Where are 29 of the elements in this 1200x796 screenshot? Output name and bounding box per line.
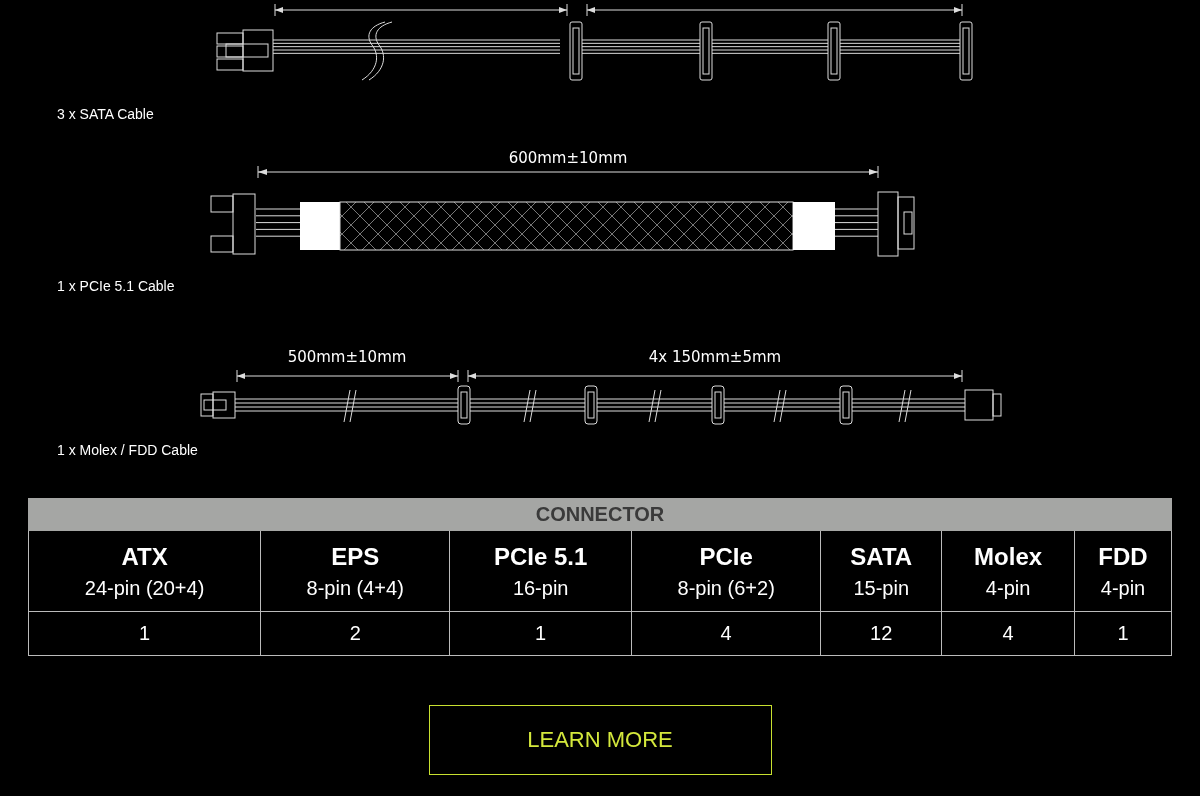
dimension-label: 4x 150mm±5mm	[648, 348, 782, 366]
learn-more-button[interactable]: LEARN MORE	[428, 705, 772, 775]
connector-pins: 4-pin	[984, 576, 1032, 600]
connector-name: PCIe	[699, 542, 753, 571]
table-cell: 4	[941, 611, 1075, 656]
connector-pins: 16-pin	[511, 576, 570, 600]
cable-label: 1 x PCIe 5.1 Cable	[56, 277, 175, 296]
connector-pins: 15-pin	[852, 576, 910, 600]
table-cell: 2	[260, 611, 450, 656]
table-cell: 4	[631, 611, 821, 656]
table-cell: 1	[28, 611, 261, 656]
connector-pins: 24-pin (20+4)	[83, 576, 206, 600]
dimension-label: 600mm±10mm	[508, 149, 628, 167]
connector-pins: 8-pin (6+2)	[676, 576, 776, 600]
table-cell: 12	[820, 611, 942, 656]
dimension-label: 500mm±10mm	[287, 348, 407, 366]
cable-label: 3 x SATA Cable	[56, 105, 154, 124]
connector-name: FDD	[1098, 542, 1148, 571]
connector-name: ATX	[121, 542, 168, 571]
connector-name: Molex	[974, 542, 1043, 571]
connector-name: EPS	[331, 542, 380, 571]
table-cell: 1	[1074, 611, 1172, 656]
connector-name: SATA	[850, 542, 913, 571]
table-cell: 1	[449, 611, 632, 656]
table-header: CONNECTOR	[28, 498, 1172, 531]
cable-label: 1 x Molex / FDD Cable	[56, 441, 198, 460]
connector-pins: 4-pin	[1099, 576, 1147, 600]
connector-name: PCIe 5.1	[494, 542, 588, 571]
connector-pins: 8-pin (4+4)	[305, 576, 405, 600]
